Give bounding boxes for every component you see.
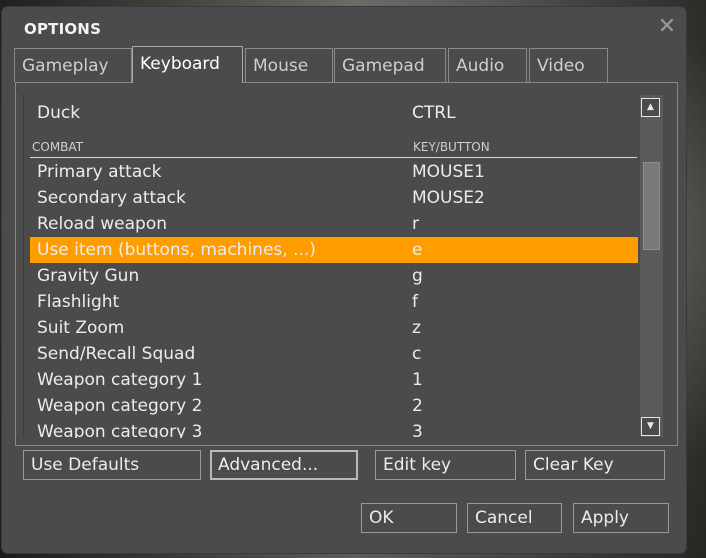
key-label: 1 [412,370,423,390]
tab-audio[interactable]: Audio [448,48,527,82]
list-item[interactable]: Reload weapon r [30,211,638,237]
clear-key-button[interactable]: Clear Key [525,450,665,480]
list-item[interactable]: Weapon category 1 1 [30,367,638,393]
tab-gamepad[interactable]: Gamepad [334,48,446,82]
list-item[interactable]: Duck CTRL [30,100,638,126]
ok-button[interactable]: OK [361,503,457,533]
list-item[interactable]: Weapon category 2 2 [30,393,638,419]
action-label: Weapon category 2 [37,396,203,416]
key-label: f [412,292,418,312]
key-label: e [412,240,423,260]
list-item[interactable]: Send/Recall Squad c [30,341,638,367]
list-item-selected[interactable]: Use item (buttons, machines, ...) e [30,237,638,263]
action-label: Weapon category 1 [37,370,203,390]
scroll-down-icon[interactable]: ▼ [641,417,660,436]
action-label: Secondary attack [37,188,186,208]
use-defaults-button[interactable]: Use Defaults [23,450,201,480]
action-label: Reload weapon [37,214,167,234]
close-icon[interactable]: ✕ [657,15,677,39]
action-label: Primary attack [37,162,162,182]
key-label: MOUSE1 [412,162,485,182]
action-label: Send/Recall Squad [37,344,196,364]
edit-key-button[interactable]: Edit key [375,450,516,480]
key-label: CTRL [412,103,456,123]
action-label: Weapon category 3 [37,422,203,438]
list-item[interactable]: Primary attack MOUSE1 [30,159,638,185]
key-label: 3 [412,422,423,438]
tab-mouse[interactable]: Mouse [245,48,333,82]
key-label: z [412,318,421,338]
key-label: r [412,214,419,234]
section-header: COMBAT KEY/BUTTON [30,138,637,158]
action-label: Gravity Gun [37,266,140,286]
action-label: Duck [37,103,81,123]
section-title: COMBAT [32,140,84,154]
list-item[interactable]: Secondary attack MOUSE2 [30,185,638,211]
list-item[interactable]: Suit Zoom z [30,315,638,341]
tab-video[interactable]: Video [529,48,608,82]
action-label: Flashlight [37,292,120,312]
list-item[interactable]: Weapon category 3 3 [30,419,638,438]
key-binding-list[interactable]: Duck CTRL COMBAT KEY/BUTTON Primary atta… [23,94,641,438]
key-label: g [412,266,423,286]
key-label: c [412,344,422,364]
scrollbar-thumb[interactable] [643,162,660,250]
advanced-button[interactable]: Advanced... [210,450,358,480]
tab-keyboard[interactable]: Keyboard [132,46,243,83]
apply-button[interactable]: Apply [573,503,669,533]
tab-gameplay[interactable]: Gameplay [14,48,132,82]
action-label: Suit Zoom [37,318,125,338]
list-item[interactable]: Flashlight f [30,289,638,315]
list-item[interactable]: Gravity Gun g [30,263,638,289]
action-label: Use item (buttons, machines, ...) [37,240,316,260]
dialog-title: OPTIONS [24,20,102,38]
cancel-button[interactable]: Cancel [467,503,562,533]
list-scrollbar[interactable]: ▲ ▼ [640,95,663,437]
column-header-key: KEY/BUTTON [413,140,490,154]
scroll-up-icon[interactable]: ▲ [641,98,660,117]
key-label: 2 [412,396,423,416]
key-label: MOUSE2 [412,188,485,208]
